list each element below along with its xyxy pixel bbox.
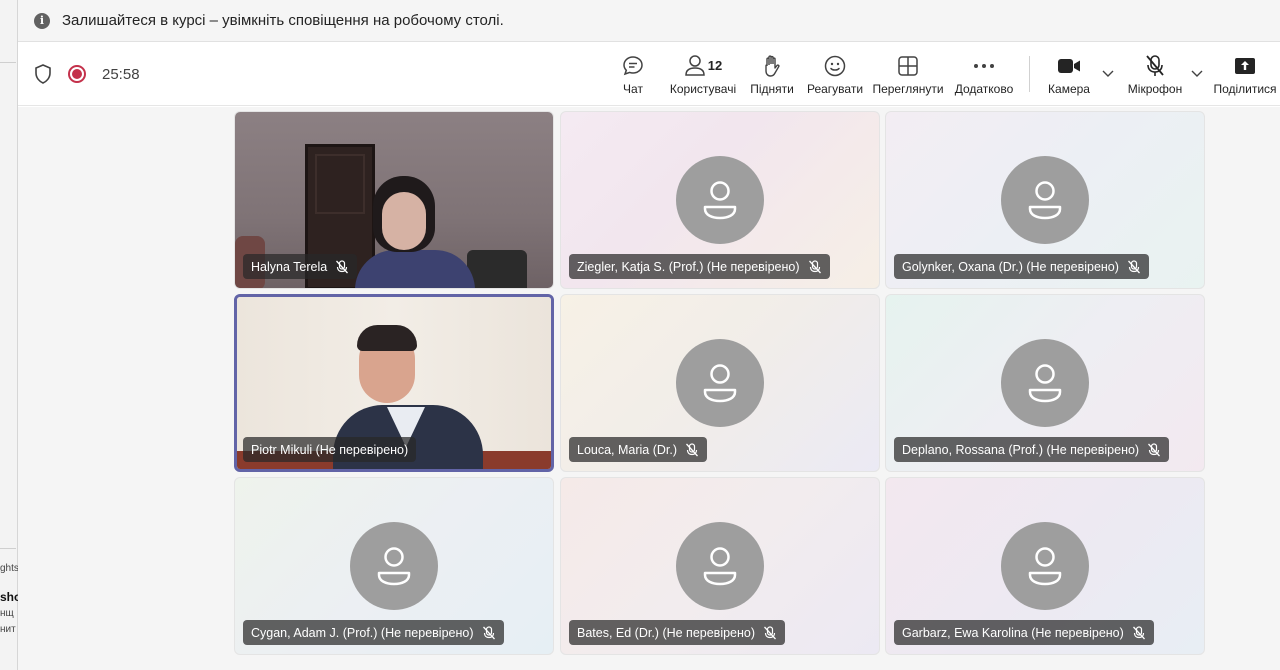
hand-icon (765, 54, 780, 77)
participant-tile[interactable]: Cygan, Adam J. (Prof.) (Не перевірено) (234, 477, 554, 655)
recording-icon (68, 65, 86, 83)
toolbar-separator (1029, 56, 1030, 92)
smiley-icon (824, 55, 846, 76)
info-icon: i (34, 12, 50, 29)
person-icon (703, 364, 737, 403)
strip-text: ghts (0, 563, 18, 574)
participant-name: Piotr Mikuli (Не перевірено) (251, 442, 409, 457)
participant-tile[interactable]: Golynker, Oxana (Dr.) (Не перевірено) (885, 111, 1205, 289)
share-label: Поділитися (1213, 81, 1277, 96)
person-icon (1028, 547, 1062, 586)
avatar (676, 522, 764, 610)
view-label: Переглянути (872, 81, 944, 96)
mic-muted-icon (808, 259, 821, 273)
participant-name: Cygan, Adam J. (Prof.) (Не перевірено) (251, 625, 474, 640)
chat-label: Чат (623, 81, 643, 96)
participant-tile[interactable]: Garbarz, Ewa Karolina (Не перевірено) (885, 477, 1205, 655)
participant-name-chip: Golynker, Oxana (Dr.) (Не перевірено) (894, 254, 1149, 279)
strip-divider (0, 548, 16, 549)
participant-name: Deplano, Rossana (Prof.) (Не перевірено) (902, 442, 1140, 457)
participant-name-chip: Deplano, Rossana (Prof.) (Не перевірено) (894, 437, 1170, 462)
notification-banner: i Залишайтеся в курсі – увімкніть сповіщ… (18, 0, 1280, 42)
view-button[interactable]: Переглянути (872, 42, 944, 106)
participant-tile-active-speaker[interactable]: Piotr Mikuli (Не перевірено) (234, 294, 554, 472)
participant-name: Golynker, Oxana (Dr.) (Не перевірено) (902, 259, 1119, 274)
mic-muted-icon (1127, 259, 1140, 273)
person-icon (703, 181, 737, 220)
participant-name-chip: Louca, Maria (Dr.) (569, 437, 708, 462)
participant-name: Louca, Maria (Dr.) (577, 442, 678, 457)
camera-button[interactable]: Камера (1046, 42, 1092, 106)
more-icon (974, 63, 994, 68)
mic-off-icon (1146, 54, 1164, 76)
chat-button[interactable]: Чат (615, 42, 651, 106)
banner-text: Залишайтеся в курсі – увімкніть сповіщен… (62, 12, 504, 29)
strip-text: sho (0, 590, 18, 604)
more-button[interactable]: Додатково (953, 42, 1015, 106)
avatar (676, 156, 764, 244)
mic-options-chevron-icon[interactable] (1190, 66, 1204, 80)
video-gallery: Halyna Terela Ziegler, Katja S. (Prof.) … (18, 107, 1280, 670)
person-icon (377, 547, 411, 586)
participant-name-chip: Halyna Terela (243, 254, 358, 279)
people-icon (685, 54, 705, 76)
camera-options-chevron-icon[interactable] (1101, 66, 1115, 80)
share-button[interactable]: Поділитися (1212, 42, 1278, 106)
shield-icon[interactable] (34, 64, 52, 84)
meeting-toolbar: 25:58 Чат 12 Користувачі Підняти Реагува… (18, 42, 1280, 106)
mic-muted-icon (482, 625, 495, 639)
participant-name: Bates, Ed (Dr.) (Не перевірено) (577, 625, 756, 640)
avatar (1001, 339, 1089, 427)
camera-icon (1058, 58, 1080, 73)
strip-divider (0, 62, 16, 63)
participant-tile[interactable]: Ziegler, Katja S. (Prof.) (Не перевірено… (560, 111, 880, 289)
participant-name-chip: Cygan, Adam J. (Prof.) (Не перевірено) (243, 620, 504, 645)
participant-name: Garbarz, Ewa Karolina (Не перевірено) (902, 625, 1124, 640)
avatar (1001, 522, 1089, 610)
strip-text: нит (0, 624, 16, 635)
camera-label: Камера (1048, 81, 1090, 96)
participant-name-chip: Piotr Mikuli (Не перевірено) (243, 437, 417, 462)
participant-tile[interactable]: Deplano, Rossana (Prof.) (Не перевірено) (885, 294, 1205, 472)
participant-name: Ziegler, Katja S. (Prof.) (Не перевірено… (577, 259, 800, 274)
chat-icon (623, 55, 643, 75)
raise-hand-button[interactable]: Підняти (749, 42, 795, 106)
grid-view-icon (898, 55, 918, 76)
people-button[interactable]: 12 Користувачі (668, 42, 738, 106)
mic-muted-icon (686, 442, 699, 456)
more-label: Додатково (954, 81, 1014, 96)
participant-tile[interactable]: Bates, Ed (Dr.) (Не перевірено) (560, 477, 880, 655)
participant-name-chip: Garbarz, Ewa Karolina (Не перевірено) (894, 620, 1154, 645)
participant-tile[interactable]: Halyna Terela (234, 111, 554, 289)
person-icon (1028, 364, 1062, 403)
react-button[interactable]: Реагувати (807, 42, 863, 106)
avatar (350, 522, 438, 610)
participant-name-chip: Bates, Ed (Dr.) (Не перевірено) (569, 620, 786, 645)
raise-hand-label: Підняти (750, 81, 794, 96)
share-icon (1235, 57, 1255, 74)
people-label: Користувачі (669, 81, 737, 96)
participant-name: Halyna Terela (251, 259, 328, 274)
avatar (676, 339, 764, 427)
react-label: Реагувати (806, 81, 864, 96)
meeting-timer: 25:58 (102, 65, 140, 83)
person-icon (703, 547, 737, 586)
mic-button[interactable]: Мікрофон (1123, 42, 1187, 106)
mic-muted-icon (1148, 442, 1161, 456)
mic-muted-icon (1132, 625, 1145, 639)
person-icon (1028, 181, 1062, 220)
mic-muted-icon (336, 259, 349, 273)
participant-name-chip: Ziegler, Katja S. (Prof.) (Не перевірено… (569, 254, 830, 279)
background-window-strip: ghts sho нщ нит (0, 0, 18, 670)
avatar (1001, 156, 1089, 244)
meeting-info: 25:58 (34, 42, 140, 106)
people-count: 12 (707, 58, 723, 73)
strip-text: нщ (0, 608, 14, 619)
mic-muted-icon (764, 625, 777, 639)
participant-tile[interactable]: Louca, Maria (Dr.) (560, 294, 880, 472)
mic-label: Мікрофон (1127, 81, 1183, 96)
